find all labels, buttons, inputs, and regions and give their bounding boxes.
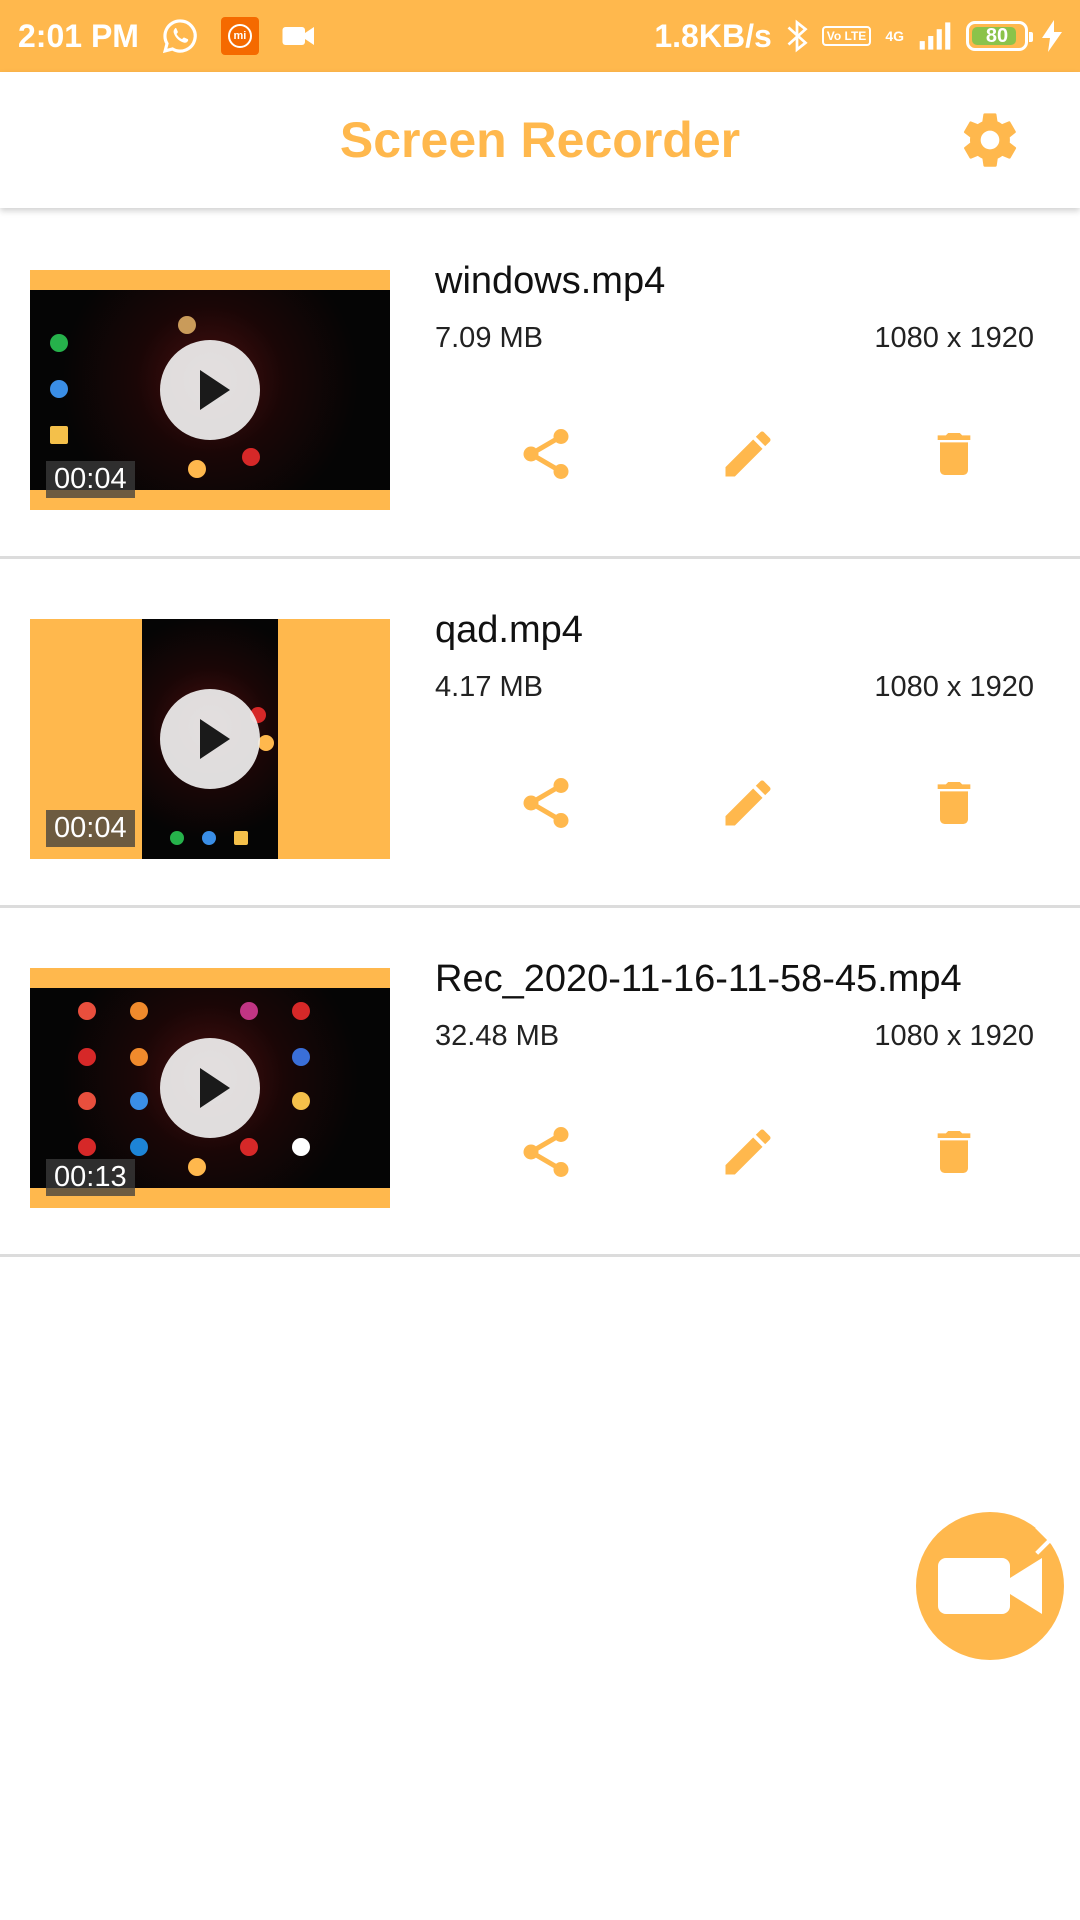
edit-button[interactable] xyxy=(716,771,780,835)
volte-badge: Vo LTE xyxy=(821,26,872,46)
file-resolution: 1080 x 1920 xyxy=(874,322,1034,354)
share-button[interactable] xyxy=(514,422,578,486)
video-duration: 00:04 xyxy=(46,461,135,498)
delete-trash-icon xyxy=(937,433,971,475)
video-thumbnail[interactable]: 00:04 xyxy=(30,619,390,859)
whatsapp-icon xyxy=(161,17,199,55)
edit-button[interactable] xyxy=(716,1120,780,1184)
network-type: 4G xyxy=(885,28,904,44)
video-duration: 00:13 xyxy=(46,1159,135,1196)
share-icon xyxy=(523,778,569,828)
video-thumbnail[interactable]: 00:04 xyxy=(30,270,390,510)
delete-button[interactable] xyxy=(922,422,986,486)
video-thumbnail[interactable]: 00:13 xyxy=(30,968,390,1208)
play-icon[interactable] xyxy=(160,689,260,789)
file-name: windows.mp4 xyxy=(435,260,666,302)
edit-pencil-icon xyxy=(725,1129,771,1175)
bluetooth-icon xyxy=(786,19,808,53)
settings-button[interactable] xyxy=(958,108,1022,172)
file-resolution: 1080 x 1920 xyxy=(874,1020,1034,1052)
net-speed: 1.8KB/s xyxy=(654,17,772,54)
file-size: 4.17 MB xyxy=(435,671,543,703)
signal-icon xyxy=(918,22,952,50)
file-resolution: 1080 x 1920 xyxy=(874,671,1034,703)
close-icon xyxy=(1035,1525,1065,1555)
share-button[interactable] xyxy=(514,771,578,835)
play-icon[interactable] xyxy=(160,340,260,440)
file-size: 32.48 MB xyxy=(435,1020,560,1052)
share-button[interactable] xyxy=(514,1120,578,1184)
list-item[interactable]: 00:04 qad.mp4 4.17 MB 1080 x 1920 xyxy=(0,559,1080,908)
charging-icon xyxy=(1042,20,1062,52)
share-icon xyxy=(523,1127,569,1177)
gear-icon xyxy=(963,113,1017,167)
edit-pencil-icon xyxy=(725,780,771,826)
list-item[interactable]: 00:13 Rec_2020-11-16-11-58-45.mp4 32.48 … xyxy=(0,908,1080,1257)
delete-trash-icon xyxy=(937,782,971,824)
app-title: Screen Recorder xyxy=(339,112,741,168)
video-camera-icon xyxy=(281,22,317,50)
delete-button[interactable] xyxy=(922,1120,986,1184)
list-item[interactable]: 00:04 windows.mp4 7.09 MB 1080 x 1920 xyxy=(0,210,1080,559)
fab-close-button[interactable] xyxy=(1022,1512,1078,1568)
recordings-list: 00:04 windows.mp4 7.09 MB 1080 x 1920 00… xyxy=(0,210,1080,1257)
video-duration: 00:04 xyxy=(46,810,135,847)
file-name: Rec_2020-11-16-11-58-45.mp4 xyxy=(435,958,962,1000)
status-bar: 2:01 PM mi 1.8KB/s Vo LTE 4G 80 xyxy=(0,0,1080,72)
status-time: 2:01 PM xyxy=(18,17,139,54)
play-icon[interactable] xyxy=(160,1038,260,1138)
share-icon xyxy=(523,429,569,479)
delete-trash-icon xyxy=(937,1131,971,1173)
edit-pencil-icon xyxy=(725,431,771,477)
edit-button[interactable] xyxy=(716,422,780,486)
battery-indicator: 80 xyxy=(966,21,1033,51)
app-bar: Screen Recorder xyxy=(0,72,1080,208)
file-name: qad.mp4 xyxy=(435,609,583,651)
file-size: 7.09 MB xyxy=(435,322,543,354)
mi-icon: mi xyxy=(220,17,259,55)
delete-button[interactable] xyxy=(922,771,986,835)
